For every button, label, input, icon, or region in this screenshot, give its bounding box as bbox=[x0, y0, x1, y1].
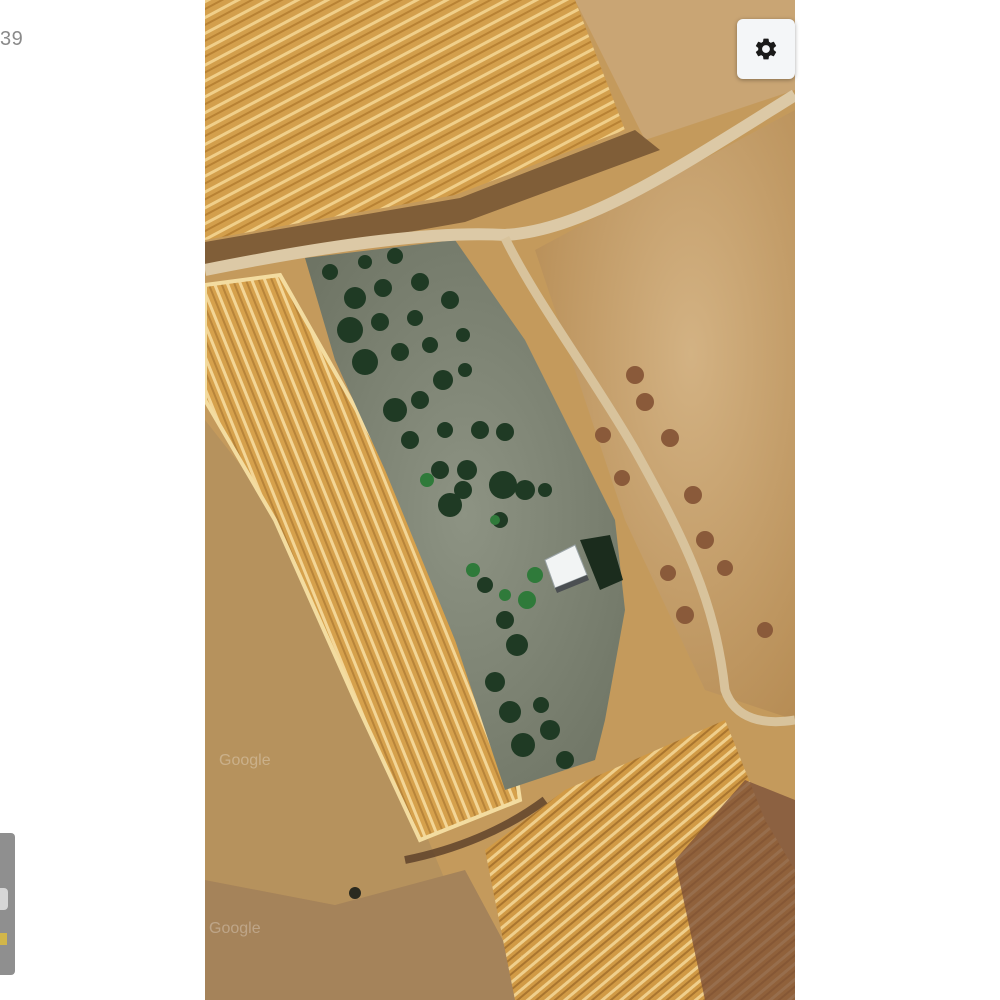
settings-button[interactable] bbox=[737, 19, 795, 79]
satellite-map[interactable]: Google Google bbox=[205, 0, 795, 1000]
side-control-widget[interactable] bbox=[0, 833, 15, 975]
map-watermark: Google bbox=[219, 752, 271, 769]
gear-icon bbox=[753, 36, 779, 62]
map-watermark: Google bbox=[209, 920, 261, 937]
side-widget-marker bbox=[0, 888, 8, 910]
side-widget-marker-yellow bbox=[0, 933, 7, 945]
map-imagery bbox=[205, 0, 795, 1000]
page: 39 Google Google bbox=[0, 0, 1000, 1000]
corner-text: 39 bbox=[0, 28, 24, 50]
